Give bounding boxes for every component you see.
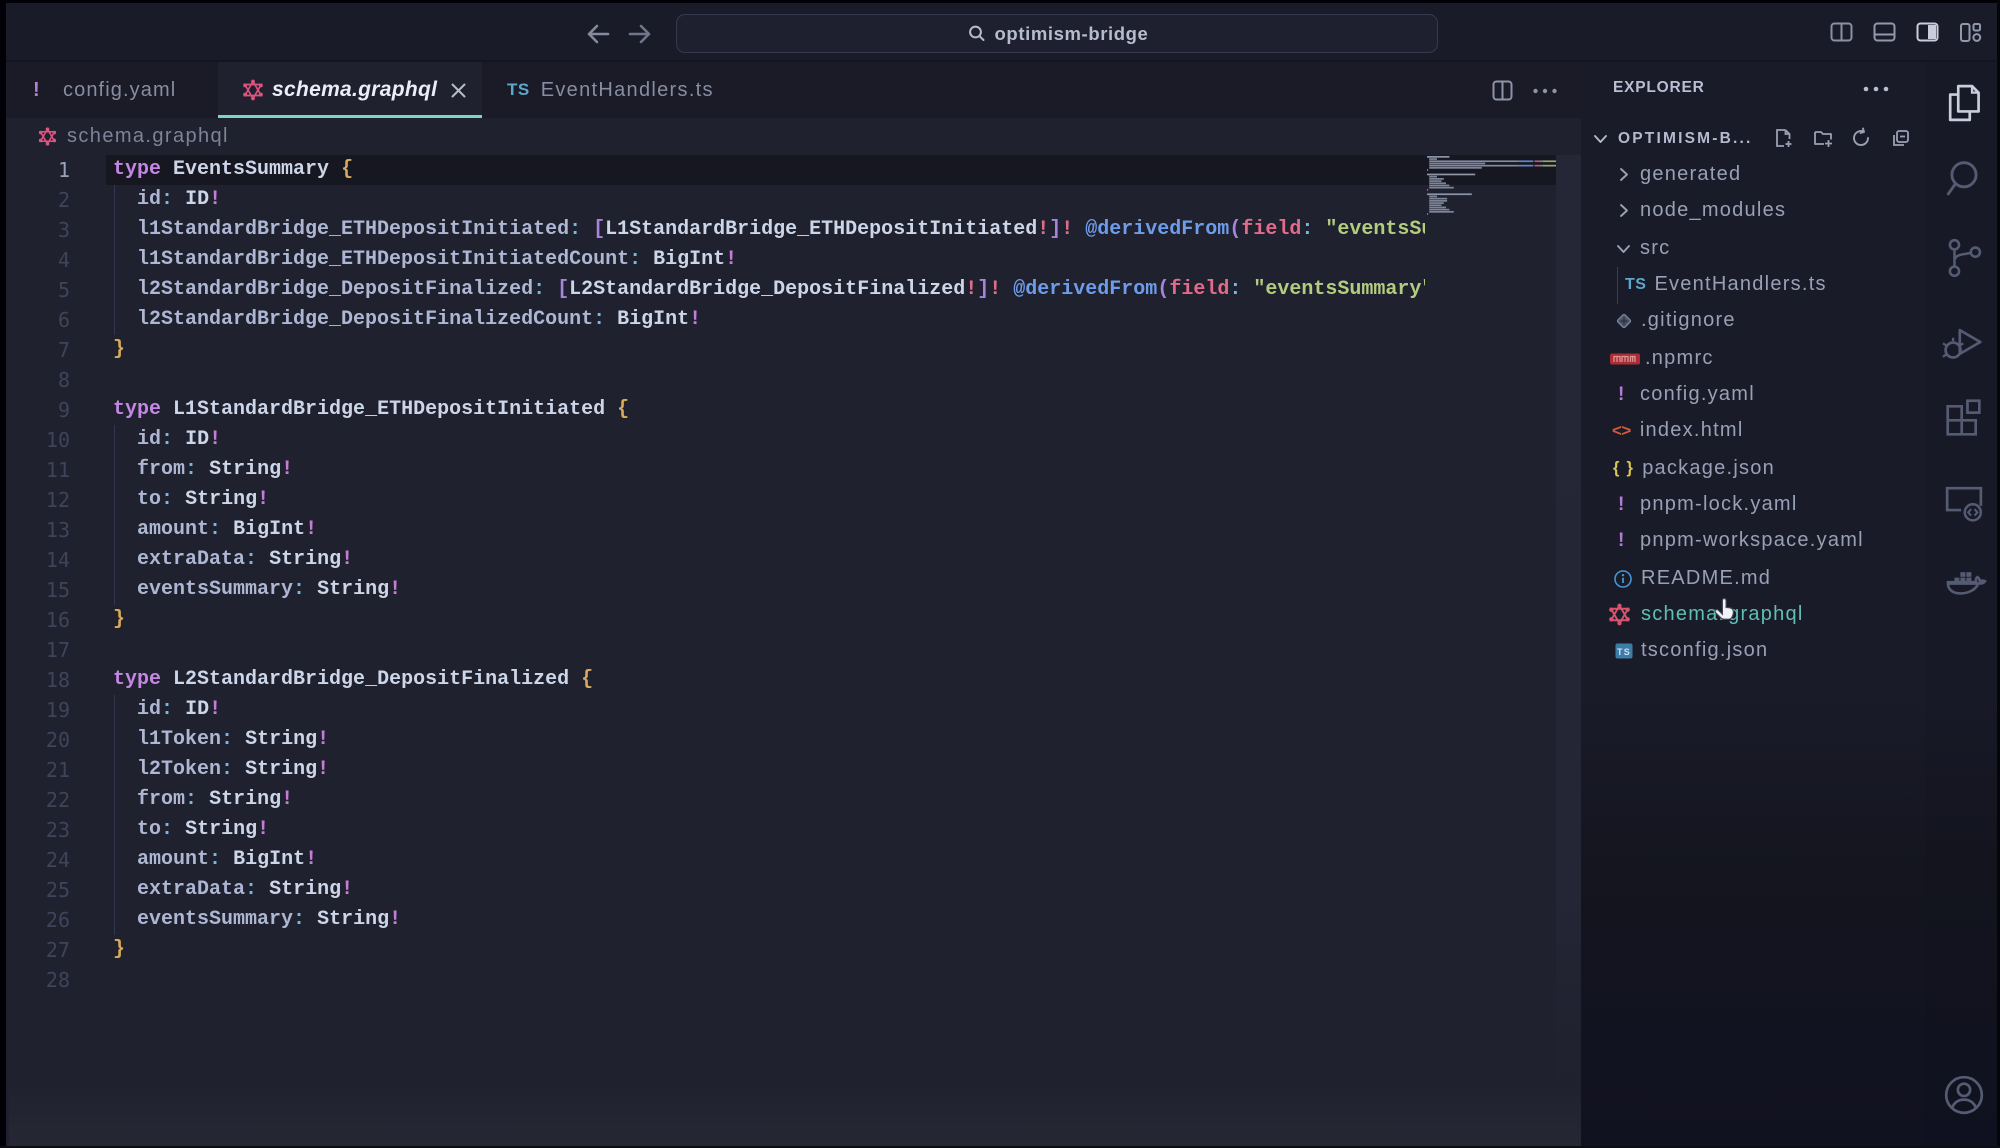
svg-text:TS: TS	[1617, 647, 1631, 657]
